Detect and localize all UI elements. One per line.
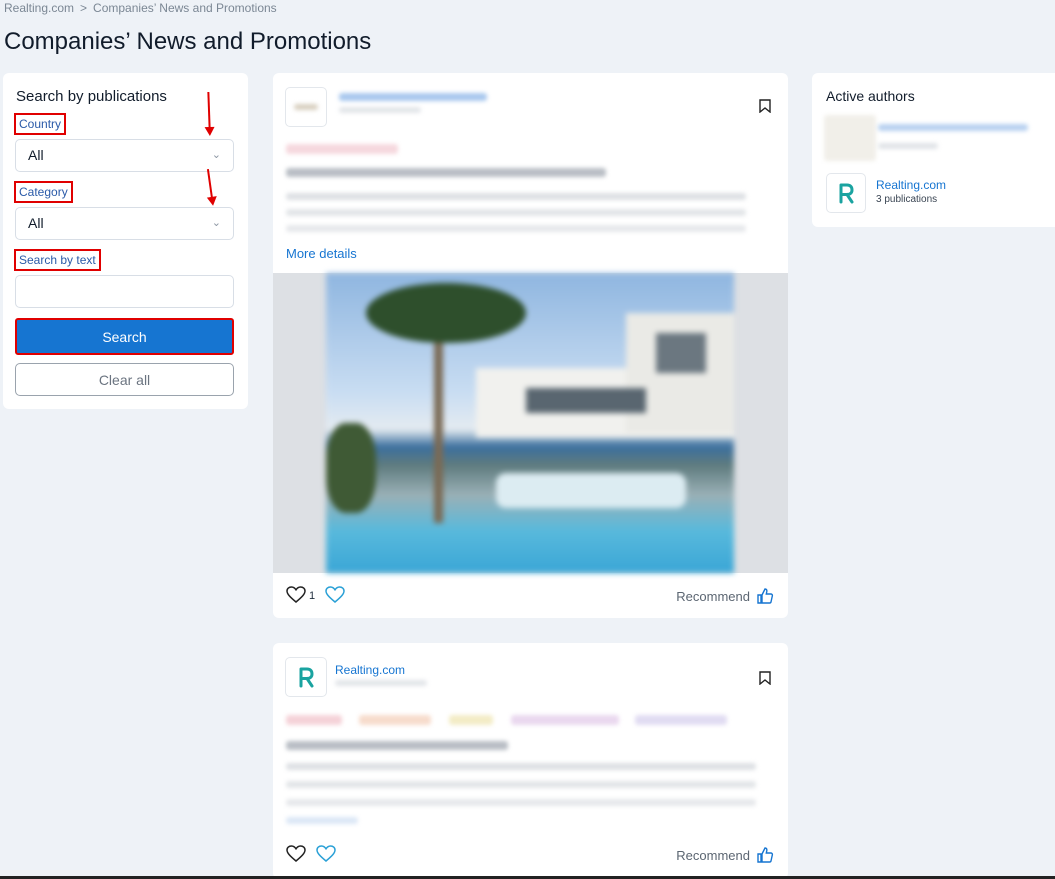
blurred-author-name xyxy=(339,93,487,101)
breadcrumb: Realting.com > Companies’ News and Promo… xyxy=(4,1,277,15)
realting-logo-icon xyxy=(299,667,314,688)
breadcrumb-current: Companies’ News and Promotions xyxy=(93,1,277,15)
blurred-headline xyxy=(286,168,606,177)
blurred-author-logo[interactable] xyxy=(824,115,876,161)
blurred-text-line xyxy=(286,763,756,770)
breadcrumb-home-link[interactable]: Realting.com xyxy=(4,1,74,15)
blurred-date xyxy=(339,107,421,113)
favorite-heart-icon[interactable] xyxy=(325,586,345,604)
red-arrow-annotation xyxy=(206,169,214,199)
blurred-tag xyxy=(286,715,342,725)
author-logo[interactable] xyxy=(826,173,866,213)
search-button[interactable]: Search xyxy=(15,318,234,355)
like-count: 1 xyxy=(309,590,316,602)
blurred-author-count xyxy=(878,143,938,149)
category-label: Category xyxy=(14,181,73,203)
thumbs-up-icon xyxy=(757,847,774,863)
blurred-tag xyxy=(359,715,431,725)
red-arrow-annotation xyxy=(207,91,211,130)
recommend-label: Recommend xyxy=(676,588,750,604)
blurred-text-line xyxy=(286,193,746,200)
post-author-link[interactable]: Realting.com xyxy=(335,663,405,677)
recommend-button[interactable]: Recommend xyxy=(676,846,774,864)
blurred-date xyxy=(335,680,427,686)
post-photo xyxy=(326,273,734,573)
blurred-link xyxy=(286,817,358,824)
post-card: Realting.com Recommend xyxy=(273,643,788,879)
post-card: More details 1 Recommend xyxy=(273,73,788,618)
author-name-link[interactable]: Realting.com xyxy=(876,178,946,192)
author-publication-count: 3 publications xyxy=(876,194,938,205)
active-authors-panel: Active authors Realting.com 3 publicatio… xyxy=(812,73,1055,227)
more-details-link[interactable]: More details xyxy=(286,246,357,261)
country-select[interactable]: All ⌄ xyxy=(15,139,234,172)
search-text-label: Search by text xyxy=(14,249,101,271)
realting-logo-icon xyxy=(839,183,854,204)
post-actions: 1 Recommend xyxy=(273,573,788,618)
chevron-down-icon: ⌄ xyxy=(211,149,221,161)
page-title: Companies’ News and Promotions xyxy=(4,28,372,55)
bookmark-icon[interactable] xyxy=(759,671,771,685)
category-select[interactable]: All ⌄ xyxy=(15,207,234,240)
author-logo[interactable] xyxy=(285,657,327,697)
breadcrumb-separator: > xyxy=(80,1,88,15)
recommend-button[interactable]: Recommend xyxy=(676,587,774,605)
favorite-heart-icon[interactable] xyxy=(316,845,336,863)
like-heart-icon[interactable] xyxy=(286,845,306,863)
chevron-down-icon: ⌄ xyxy=(211,217,221,229)
blurred-text-line xyxy=(286,209,746,216)
blurred-tag xyxy=(449,715,493,725)
blurred-tag xyxy=(635,715,727,725)
blurred-text-line xyxy=(286,781,756,788)
thumbs-up-icon xyxy=(757,588,774,604)
filter-title: Search by publications xyxy=(16,88,167,105)
blurred-tag xyxy=(286,144,398,154)
bookmark-icon[interactable] xyxy=(759,99,771,113)
author-logo[interactable] xyxy=(285,87,327,127)
country-select-value: All xyxy=(28,147,44,163)
blurred-author-name[interactable] xyxy=(878,124,1028,131)
recommend-label: Recommend xyxy=(676,847,750,863)
search-text-input[interactable] xyxy=(15,275,234,308)
blurred-headline xyxy=(286,741,508,750)
category-select-value: All xyxy=(28,215,44,231)
clear-all-button[interactable]: Clear all xyxy=(15,363,234,396)
blurred-text-line xyxy=(286,225,746,232)
post-actions: Recommend xyxy=(273,837,788,879)
blurred-text-line xyxy=(286,799,756,806)
post-image[interactable] xyxy=(273,273,788,573)
filter-panel: Search by publications Country All ⌄ Cat… xyxy=(3,73,248,409)
active-authors-title: Active authors xyxy=(826,88,915,104)
blurred-tag xyxy=(511,715,619,725)
like-heart-icon[interactable] xyxy=(286,586,306,604)
country-label: Country xyxy=(14,113,67,135)
